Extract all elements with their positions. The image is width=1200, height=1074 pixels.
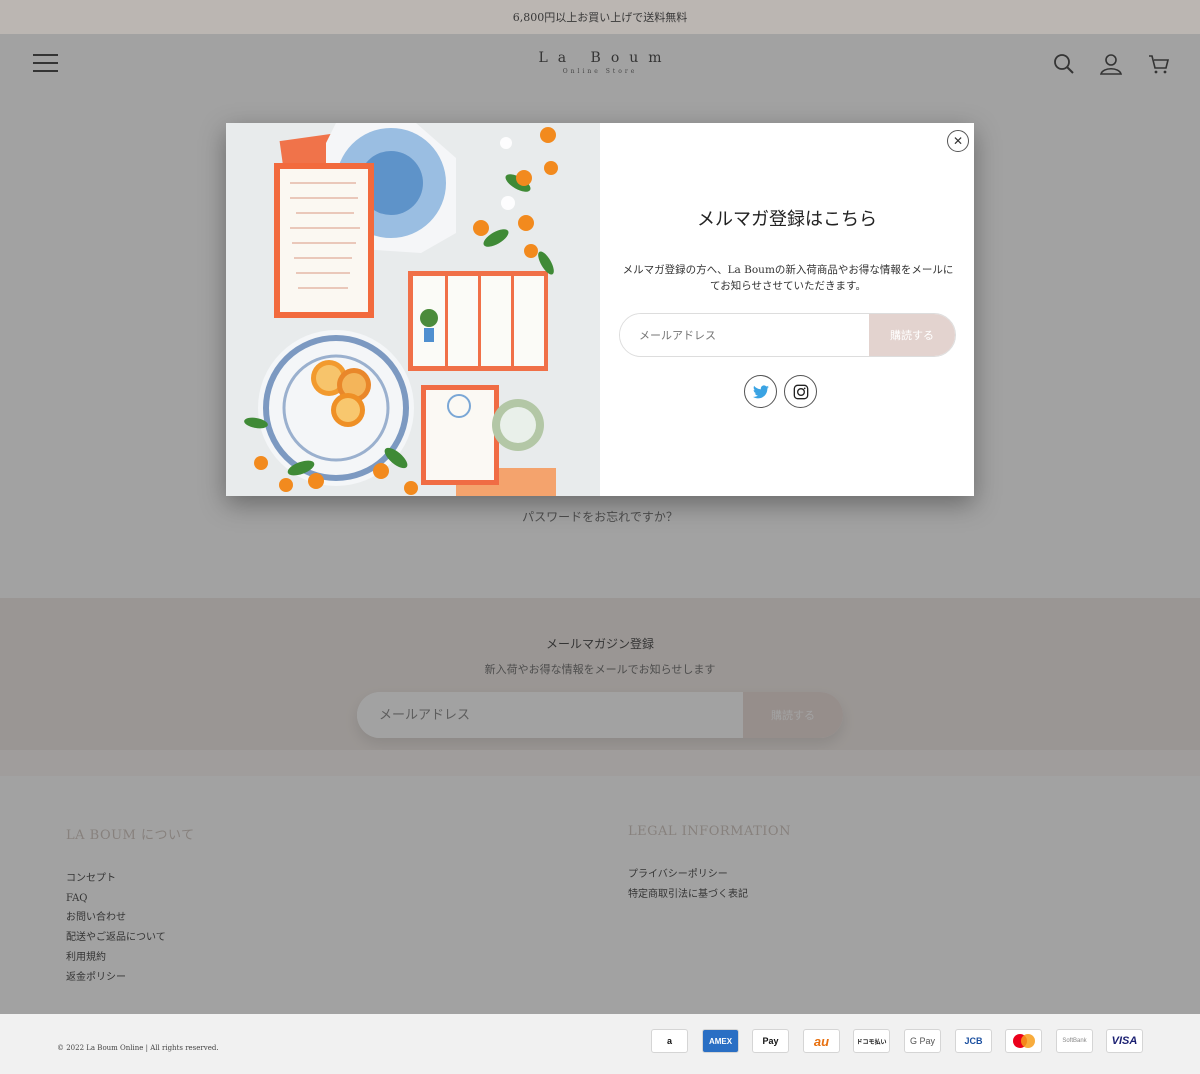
- jcb-icon: JCB: [955, 1029, 992, 1053]
- payment-label: SoftBank: [1062, 1038, 1087, 1044]
- visa-icon: VISA: [1106, 1029, 1143, 1053]
- docomo-pay-icon: ドコモ払い: [853, 1029, 890, 1053]
- amazon-pay-icon: a: [651, 1029, 688, 1053]
- payment-label: Pay: [762, 1036, 779, 1046]
- mastercard-icon: [1005, 1029, 1042, 1053]
- popup-email-input[interactable]: [620, 314, 869, 356]
- payment-label: au: [813, 1033, 830, 1049]
- copyright: © 2022 La Boum Online | All rights reser…: [57, 1044, 219, 1052]
- payment-label: JCB: [964, 1036, 983, 1046]
- payment-label: ドコモ払い: [856, 1039, 887, 1046]
- newsletter-popup: ✕ メルマガ登録はこちら メルマガ登録の方へ、La Boumの新入荷商品やお得な…: [226, 123, 974, 496]
- payment-label: VISA: [1111, 1035, 1138, 1047]
- close-icon[interactable]: ✕: [947, 130, 969, 152]
- payment-label: G Pay: [909, 1036, 935, 1046]
- popup-subscribe-button[interactable]: 購読する: [869, 314, 955, 356]
- payment-label: a: [666, 1036, 672, 1046]
- google-pay-icon: G Pay: [904, 1029, 941, 1053]
- instagram-icon[interactable]: [784, 375, 817, 408]
- popup-image: [226, 123, 600, 496]
- amex-icon: AMEX: [702, 1029, 739, 1053]
- twitter-icon[interactable]: [744, 375, 777, 408]
- softbank-icon: SoftBank: [1056, 1029, 1093, 1053]
- popup-description: メルマガ登録の方へ、La Boumの新入荷商品やお得な情報をメールにてお知らせさ…: [622, 264, 954, 292]
- apple-pay-icon: Pay: [752, 1029, 789, 1053]
- modal-backdrop-top: [0, 0, 1200, 34]
- payment-label: AMEX: [708, 1036, 733, 1046]
- footer-bottom: © 2022 La Boum Online | All rights reser…: [0, 1014, 1200, 1074]
- popup-form: 購読する: [619, 313, 956, 357]
- popup-title: メルマガ登録はこちら: [697, 209, 877, 230]
- au-pay-icon: au: [803, 1029, 840, 1053]
